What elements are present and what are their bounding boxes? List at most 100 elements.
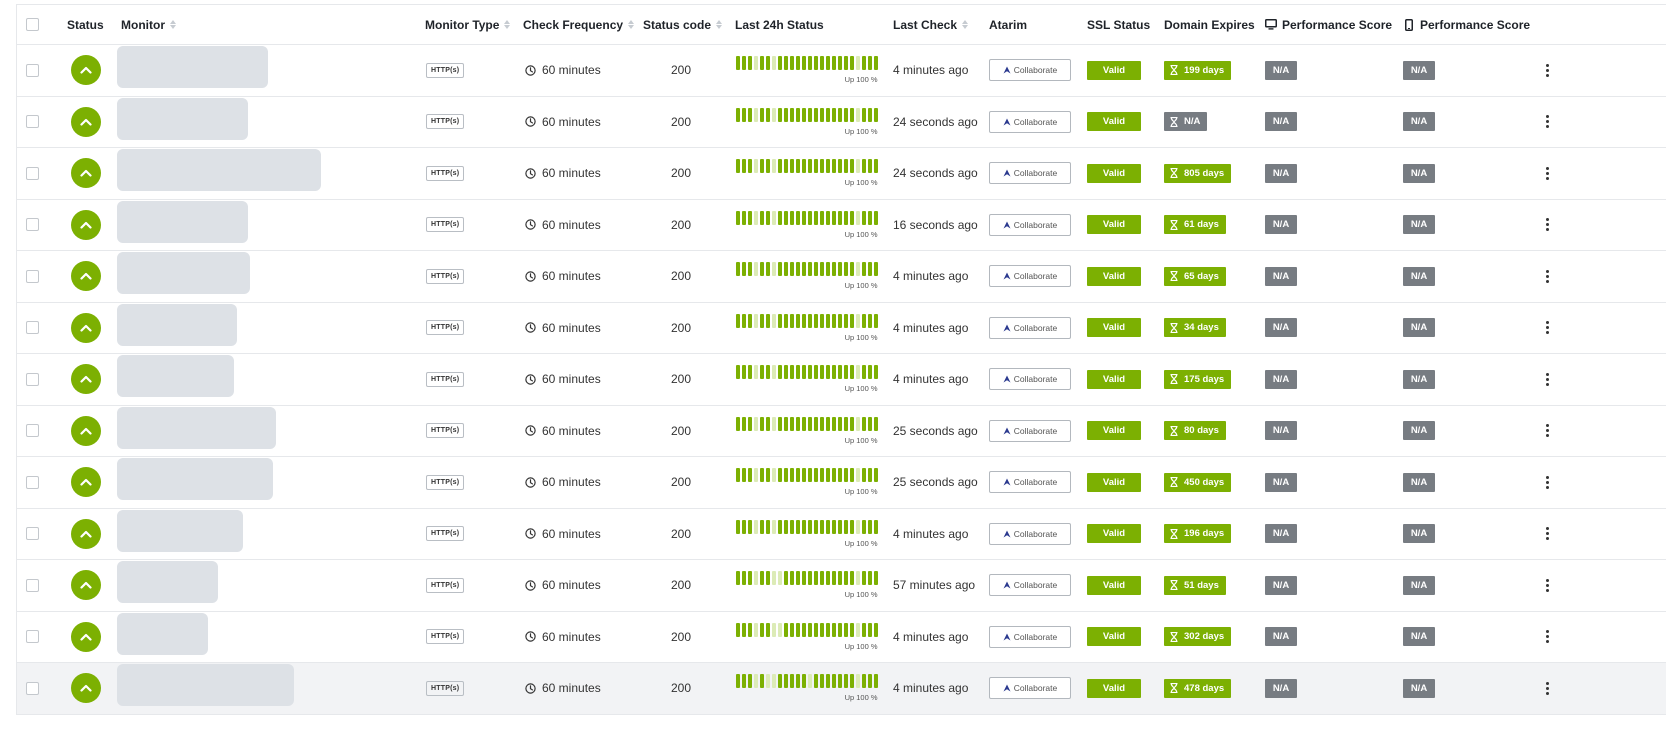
monitor-name-redacted[interactable] [117,509,243,552]
row-checkbox[interactable] [26,681,39,695]
uptime-tick [754,159,758,174]
table-row[interactable]: HTTP(s) 60 minutes 200 Up 100 % 4 minutes ag… [17,45,1666,97]
uptime-tick [760,262,764,277]
collaborate-button[interactable]: Collaborate [989,677,1071,700]
status-code-cell: 200 [670,629,692,644]
kebab-menu-icon[interactable] [1542,321,1552,335]
uptime-tick [754,622,758,637]
kebab-menu-icon[interactable] [1542,218,1552,232]
monitor-name-redacted[interactable] [117,303,237,346]
monitor-name-redacted[interactable] [117,252,250,294]
uptime-bars[interactable]: Up 100 % [736,210,878,239]
table-row[interactable]: HTTP(s) 60 minutes 200 Up 100 % 25 seconds a… [17,457,1666,509]
kebab-menu-icon[interactable] [1542,372,1552,386]
table-row[interactable]: HTTP(s) 60 minutes 200 Up 100 % 25 seconds a… [17,405,1666,457]
uptime-timeline [736,107,878,122]
table-row[interactable]: HTTP(s) 60 minutes 200 Up 100 % 4 minutes ag… [17,508,1666,560]
row-checkbox[interactable] [26,630,39,644]
uptime-bars[interactable]: Up 100 % [736,519,878,548]
row-checkbox[interactable] [26,372,39,386]
monitor-name-redacted[interactable] [117,46,268,88]
table-row[interactable]: HTTP(s) 60 minutes 200 Up 100 % 4 minutes ag… [17,251,1666,303]
uptime-tick [766,365,770,380]
row-checkbox[interactable] [26,321,39,335]
uptime-bars[interactable]: Up 100 % [736,416,878,445]
uptime-bars[interactable]: Up 100 % [736,622,878,651]
monitor-name-redacted[interactable] [117,97,248,140]
monitor-name-redacted[interactable] [117,612,208,655]
table-row[interactable]: HTTP(s) 60 minutes 200 Up 100 % 24 seconds a… [17,148,1666,200]
uptime-bars[interactable]: Up 100 % [736,674,878,702]
row-checkbox[interactable] [26,578,39,592]
table-row[interactable]: HTTP(s) 60 minutes 200 Up 100 % 4 minutes ag… [17,611,1666,663]
collaborate-button[interactable]: Collaborate [989,110,1071,133]
monitor-name-redacted[interactable] [117,406,276,449]
uptime-bars[interactable]: Up 100 % [736,571,878,599]
uptime-bars[interactable]: Up 100 % [736,56,878,84]
monitor-name-redacted[interactable] [117,200,248,243]
status-code-cell: 200 [670,217,692,232]
monitor-name-redacted[interactable] [117,561,218,603]
kebab-menu-icon[interactable] [1542,269,1552,283]
monitor-type-cell: HTTP(s) [426,200,465,251]
uptime-bars[interactable]: Up 100 % [736,107,878,136]
collaborate-button[interactable]: Collaborate [989,265,1071,288]
collaborate-button[interactable]: Collaborate [989,213,1071,236]
header-check-frequency[interactable]: Check Frequency [523,5,635,44]
table-row[interactable]: HTTP(s) 60 minutes 200 Up 100 % 57 minutes a… [17,560,1666,612]
row-checkbox[interactable] [26,424,39,438]
table-row[interactable]: HTTP(s) 60 minutes 200 Up 100 % 16 seconds a… [17,199,1666,251]
uptime-tick [736,674,740,689]
row-checkbox[interactable] [26,269,39,283]
header-last-check[interactable]: Last Check [893,5,969,44]
table-row[interactable]: HTTP(s) 60 minutes 200 Up 100 % 4 minutes ag… [17,302,1666,354]
collaborate-button[interactable]: Collaborate [989,574,1071,597]
uptime-bars[interactable]: Up 100 % [736,365,878,393]
row-checkbox[interactable] [26,115,39,129]
kebab-menu-icon[interactable] [1542,424,1552,438]
kebab-menu-icon[interactable] [1542,681,1552,695]
last-24h-cell: Up 100 % [736,612,878,663]
kebab-menu-icon[interactable] [1542,475,1552,489]
monitor-name-redacted[interactable] [117,149,321,191]
header-monitor-type[interactable]: Monitor Type [425,5,511,44]
row-checkbox[interactable] [26,63,39,77]
uptime-bars[interactable]: Up 100 % [736,313,878,342]
table-row[interactable]: HTTP(s) 60 minutes 200 Up 100 % 4 minutes ag… [17,663,1666,715]
uptime-tick [772,468,776,483]
kebab-menu-icon[interactable] [1542,115,1552,129]
chevron-up-icon [80,221,92,229]
collaborate-button[interactable]: Collaborate [989,625,1071,648]
collaborate-button[interactable]: Collaborate [989,162,1071,185]
kebab-menu-icon[interactable] [1542,63,1552,77]
monitor-type-cell: HTTP(s) [426,406,465,457]
collaborate-button[interactable]: Collaborate [989,522,1071,545]
uptime-timeline [736,159,878,174]
row-checkbox[interactable] [26,218,39,232]
kebab-menu-icon[interactable] [1542,578,1552,592]
kebab-menu-icon[interactable] [1542,527,1552,541]
row-checkbox[interactable] [26,475,39,489]
table-row[interactable]: HTTP(s) 60 minutes 200 Up 100 % 24 seconds a… [17,96,1666,148]
header-monitor[interactable]: Monitor [121,5,176,44]
collaborate-button[interactable]: Collaborate [989,59,1071,82]
row-checkbox[interactable] [26,166,39,180]
collaborate-button[interactable]: Collaborate [989,368,1071,391]
collaborate-button[interactable]: Collaborate [989,316,1071,339]
uptime-bars[interactable]: Up 100 % [736,262,878,290]
select-all-checkbox[interactable] [26,18,39,31]
monitor-name-redacted[interactable] [117,664,294,706]
kebab-menu-icon[interactable] [1542,630,1552,644]
uptime-tick [874,674,878,689]
row-checkbox[interactable] [26,527,39,541]
collaborate-button[interactable]: Collaborate [989,419,1071,442]
uptime-percent: Up 100 % [844,435,878,445]
collaborate-button[interactable]: Collaborate [989,471,1071,494]
monitor-name-redacted[interactable] [117,355,234,397]
uptime-bars[interactable]: Up 100 % [736,159,878,187]
monitor-name-redacted[interactable] [117,458,273,500]
table-row[interactable]: HTTP(s) 60 minutes 200 Up 100 % 4 minutes ag… [17,354,1666,406]
header-status-code[interactable]: Status code [643,5,723,44]
kebab-menu-icon[interactable] [1542,166,1552,180]
uptime-bars[interactable]: Up 100 % [736,468,878,496]
